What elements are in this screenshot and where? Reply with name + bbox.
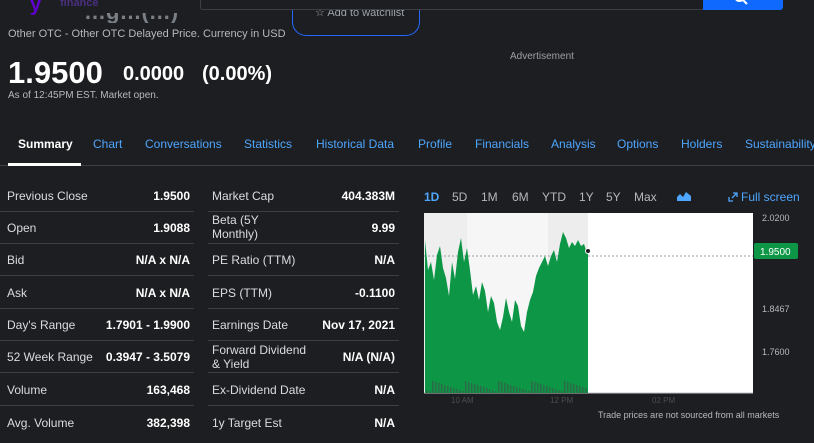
volume-bar xyxy=(435,382,437,393)
volume-bar xyxy=(558,390,560,393)
volume-bar xyxy=(576,385,578,393)
chart-footnote: Trade prices are not sourced from all ma… xyxy=(598,410,780,420)
volume-bar xyxy=(426,390,428,393)
volume-bar xyxy=(432,381,434,393)
volume-bar xyxy=(546,386,548,393)
volume-bar xyxy=(429,391,431,393)
volume-bar xyxy=(480,386,482,393)
volume-bar xyxy=(525,390,527,393)
volume-bar xyxy=(531,381,533,393)
x-label: 02 PM xyxy=(652,396,675,405)
y-label: 1.7600 xyxy=(762,347,790,357)
volume-bar xyxy=(438,383,440,393)
volume-bar xyxy=(552,388,554,393)
volume-bar xyxy=(483,387,485,393)
volume-bar xyxy=(468,382,470,393)
volume-bar xyxy=(507,384,509,393)
y-label: 1.8467 xyxy=(762,304,790,314)
volume-bar xyxy=(495,391,497,393)
volume-bar xyxy=(519,388,521,393)
volume-bar xyxy=(471,383,473,393)
last-price-dot xyxy=(585,248,591,254)
volume-bar xyxy=(528,391,530,393)
volume-bar xyxy=(570,383,572,393)
x-label: 12 PM xyxy=(550,396,573,405)
volume-bar xyxy=(450,387,452,393)
volume-bar xyxy=(486,388,488,393)
volume-bar xyxy=(492,390,494,393)
volume-bar xyxy=(504,383,506,393)
volume-bar xyxy=(522,389,524,393)
volume-bar xyxy=(561,391,563,393)
volume-bar xyxy=(498,381,500,393)
volume-bar xyxy=(459,390,461,393)
current-price-tag-label: 1.9500 xyxy=(760,247,791,258)
volume-bar xyxy=(465,381,467,393)
volume-bar xyxy=(462,391,464,393)
price-chart[interactable]: 2.0200 1.8467 1.7600 1.9500 10 AM 12 PM … xyxy=(0,0,814,443)
chart-future-area xyxy=(588,213,753,393)
volume-bar xyxy=(501,382,503,393)
volume-bar xyxy=(582,387,584,393)
volume-bar xyxy=(447,386,449,393)
volume-bar xyxy=(579,386,581,393)
volume-bar xyxy=(555,389,557,393)
volume-bar xyxy=(567,382,569,393)
volume-bar xyxy=(516,387,518,393)
volume-bar xyxy=(441,384,443,393)
volume-bar xyxy=(453,388,455,393)
volume-bar xyxy=(477,385,479,393)
volume-bar xyxy=(489,389,491,393)
volume-bar xyxy=(456,389,458,393)
volume-bar xyxy=(444,385,446,393)
volume-bar xyxy=(510,385,512,393)
x-label: 10 AM xyxy=(451,396,474,405)
volume-bar xyxy=(543,385,545,393)
volume-bar xyxy=(573,384,575,393)
volume-bar xyxy=(537,383,539,393)
volume-bar xyxy=(549,387,551,393)
volume-bar xyxy=(540,384,542,393)
volume-bar xyxy=(534,382,536,393)
volume-bar xyxy=(564,381,566,393)
y-label: 2.0200 xyxy=(762,213,790,223)
volume-bar xyxy=(513,386,515,393)
volume-bar xyxy=(474,384,476,393)
volume-bar xyxy=(585,388,587,393)
